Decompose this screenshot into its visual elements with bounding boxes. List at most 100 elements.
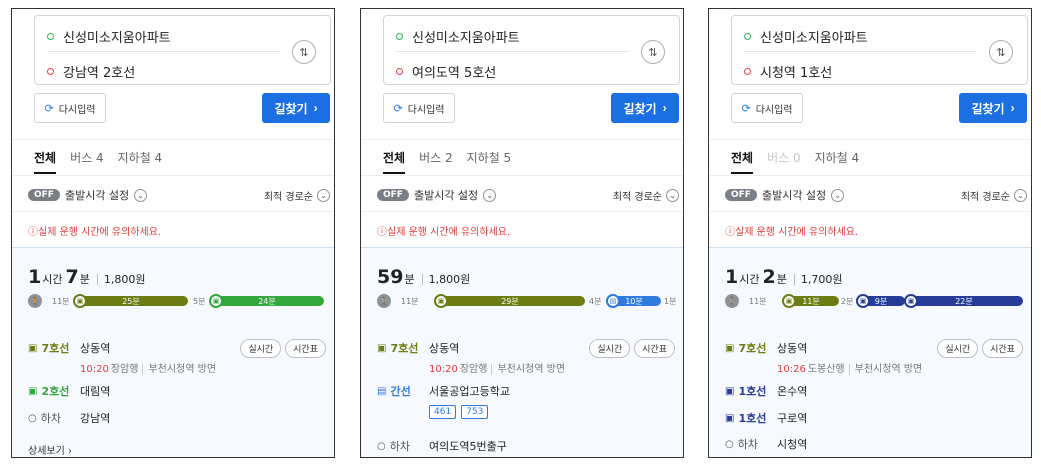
departure-time-label[interactable]: 출발시각 설정 xyxy=(414,187,478,203)
refresh-icon: ⟳ xyxy=(44,101,54,115)
departure-toggle[interactable]: OFF xyxy=(725,189,757,201)
step-line7: ▣ 7호선 상동역 실시간 시간표 xyxy=(725,338,1023,358)
subway-icon: ▣ xyxy=(28,385,38,397)
find-route-button[interactable]: 길찾기 › xyxy=(262,93,330,123)
reset-button[interactable]: ⟳ 다시입력 xyxy=(731,93,803,123)
tab-subway[interactable]: 지하철 4 xyxy=(815,149,860,174)
step-line1: ▣ 1호선 온수역 xyxy=(725,385,808,398)
step-detail: 10:20 장암행 부천시청역 방면 xyxy=(429,364,566,375)
swap-icon[interactable]: ⇅ xyxy=(989,40,1013,64)
route-summary[interactable]: 1 시간 7분 1,800원 🚶 11분 ▣ 25분 5분 ▣ 24분 ▣ 7호선 상동… xyxy=(12,247,334,457)
subway-icon: ▣ xyxy=(209,294,223,308)
route-panel-yeouido: 신성미소지움아파트 여의도역 5호선 ⇅ ⟳ 다시입력 길찾기 › 전체 버스 2 … xyxy=(360,8,684,458)
reset-button[interactable]: ⟳ 다시입력 xyxy=(383,93,455,123)
fare: 1,700원 xyxy=(793,274,842,285)
route-tabs: 전체 버스 4 지하철 4 xyxy=(34,149,162,174)
chevron-right-icon: › xyxy=(662,101,667,115)
reset-button[interactable]: ⟳ 다시입력 xyxy=(34,93,106,123)
swap-icon[interactable]: ⇅ xyxy=(292,40,316,64)
tab-subway[interactable]: 지하철 5 xyxy=(467,149,512,174)
origin-dot-icon xyxy=(744,33,751,40)
segment-line1: ▣ 22분 xyxy=(904,294,1023,308)
fare: 1,800원 xyxy=(96,274,145,285)
route-timeline-bar: 🚶 11분 ▣ 25분 5분 ▣ 24분 xyxy=(28,294,324,308)
subway-icon: ▣ xyxy=(782,294,796,308)
subway-icon: ▣ xyxy=(434,294,448,308)
walk-icon: 🚶 xyxy=(377,294,391,308)
step-alight: ○ 하차 강남역 xyxy=(28,412,111,425)
tab-bus[interactable]: 버스 2 xyxy=(419,149,453,174)
origin-field[interactable]: 신성미소지움아파트 xyxy=(47,27,171,46)
route-summary[interactable]: 1 시간 2분 1,700원 🚶 11분 ▣ 11분 2분 ▣ 9분 ▣ 22분 ▣ 7호… xyxy=(709,247,1031,457)
tab-all[interactable]: 전체 xyxy=(383,149,406,174)
subway-icon: ▣ xyxy=(725,385,735,397)
chevron-right-icon: › xyxy=(68,446,72,457)
bus-icon: ▤ xyxy=(606,294,620,308)
warning-message: ⓘ실제 운행 시간에 유의하세요. xyxy=(377,227,511,238)
step-detail: 10:26 도봉산행 부천시청역 방면 xyxy=(777,364,923,375)
bus-number-badge[interactable]: 461 xyxy=(429,405,457,419)
tab-bus[interactable]: 버스 0 xyxy=(767,149,801,174)
departure-time-label[interactable]: 출발시각 설정 xyxy=(65,187,129,203)
find-route-button[interactable]: 길찾기 › xyxy=(959,93,1027,123)
subway-icon: ▣ xyxy=(725,342,735,354)
tab-subway[interactable]: 지하철 4 xyxy=(118,149,163,174)
subway-icon: ▣ xyxy=(377,342,387,354)
route-summary[interactable]: 59 분 1,800원 🚶 11분 ▣ 29분 4분 ▤ 10분 1분 ▣ 7호선 상동… xyxy=(361,247,683,457)
alert-icon: ⓘ xyxy=(725,227,735,238)
alert-icon: ⓘ xyxy=(28,227,38,238)
segment-line2: ▣ 24분 xyxy=(209,294,324,308)
route-input-box: 신성미소지움아파트 시청역 1호선 ⇅ xyxy=(731,15,1028,85)
step-line7: ▣ 7호선 상동역 실시간 시간표 xyxy=(28,338,326,358)
destination-dot-icon xyxy=(396,68,403,75)
departure-time-label[interactable]: 출발시각 설정 xyxy=(762,187,826,203)
alert-icon: ⓘ xyxy=(377,227,387,238)
step-line7: ▣ 7호선 상동역 실시간 시간표 xyxy=(377,338,675,358)
chevron-down-icon[interactable]: ⌄ xyxy=(831,188,845,202)
tab-all[interactable]: 전체 xyxy=(34,149,57,174)
sort-select[interactable]: 최적 경로순 ⌄ xyxy=(264,188,330,203)
circle-icon: ○ xyxy=(28,412,37,424)
route-timeline-bar: 🚶 11분 ▣ 11분 2분 ▣ 9분 ▣ 22분 xyxy=(725,294,1023,308)
sort-select[interactable]: 최적 경로순 ⌄ xyxy=(961,188,1027,203)
destination-field[interactable]: 여의도역 5호선 xyxy=(396,62,496,81)
timetable-button[interactable]: 시간표 xyxy=(285,338,326,358)
options-row: OFF 출발시각 설정 ⌄ 최적 경로순 ⌄ xyxy=(28,185,330,205)
fare: 1,800원 xyxy=(421,274,470,285)
realtime-button[interactable]: 실시간 xyxy=(589,338,631,358)
step-line1: ▣ 1호선 구로역 xyxy=(725,412,808,425)
tab-all[interactable]: 전체 xyxy=(731,149,754,174)
find-route-button[interactable]: 길찾기 › xyxy=(611,93,679,123)
chevron-down-icon[interactable]: ⌄ xyxy=(483,188,497,202)
sort-select[interactable]: 최적 경로순 ⌄ xyxy=(613,188,679,203)
tab-bus[interactable]: 버스 4 xyxy=(70,149,104,174)
timetable-button[interactable]: 시간표 xyxy=(982,338,1023,358)
details-link[interactable]: 상세보기 › xyxy=(28,442,72,457)
route-tabs: 전체 버스 0 지하철 4 xyxy=(731,149,859,174)
destination-field[interactable]: 강남역 2호선 xyxy=(47,62,135,81)
chevron-down-icon[interactable]: ⌄ xyxy=(134,188,148,202)
realtime-button[interactable]: 실시간 xyxy=(240,338,282,358)
segment-line7: ▣ 25분 xyxy=(73,294,188,308)
bus-number-badge[interactable]: 753 xyxy=(461,405,489,419)
warning-message: ⓘ실제 운행 시간에 유의하세요. xyxy=(28,227,162,238)
subway-icon: ▣ xyxy=(28,342,38,354)
realtime-button[interactable]: 실시간 xyxy=(937,338,979,358)
route-input-box: 신성미소지움아파트 여의도역 5호선 ⇅ xyxy=(383,15,680,85)
route-panel-cityhall: 신성미소지움아파트 시청역 1호선 ⇅ ⟳ 다시입력 길찾기 › 전체 버스 0 지… xyxy=(708,8,1032,458)
destination-dot-icon xyxy=(47,68,54,75)
timetable-button[interactable]: 시간표 xyxy=(634,338,675,358)
circle-icon: ○ xyxy=(725,438,734,450)
segment-line7: ▣ 11분 xyxy=(782,294,839,308)
bus-numbers: 461 753 xyxy=(429,405,489,419)
origin-field[interactable]: 신성미소지움아파트 xyxy=(744,27,868,46)
route-input-box: 신성미소지움아파트 강남역 2호선 ⇅ xyxy=(34,15,331,85)
segment-line1: ▣ 9분 xyxy=(856,294,905,308)
origin-field[interactable]: 신성미소지움아파트 xyxy=(396,27,520,46)
destination-field[interactable]: 시청역 1호선 xyxy=(744,62,832,81)
departure-toggle[interactable]: OFF xyxy=(28,189,60,201)
departure-toggle[interactable]: OFF xyxy=(377,189,409,201)
swap-icon[interactable]: ⇅ xyxy=(641,40,665,64)
subway-icon: ▣ xyxy=(856,294,870,308)
travel-time: 59 분 1,800원 xyxy=(377,266,471,288)
